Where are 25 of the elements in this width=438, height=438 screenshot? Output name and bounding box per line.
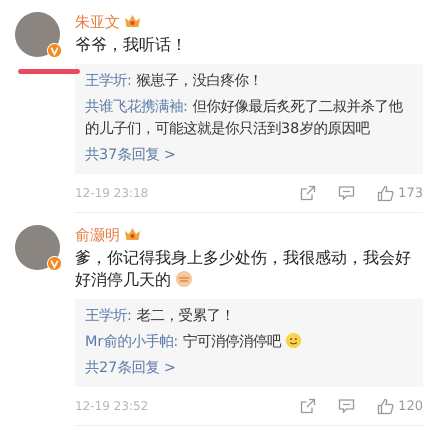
more-replies-link[interactable]: 共37条回复 > — [85, 144, 176, 166]
like-count: 173 — [398, 186, 423, 200]
comment-time: 12-19 23:18 — [75, 186, 150, 200]
reply-text: 王学圻: 老二，受累了！ — [85, 307, 236, 326]
share-icon[interactable] — [300, 185, 316, 201]
comment-text: 爷爷，我听话！ — [75, 34, 188, 56]
comment-time: 12-19 23:52 — [75, 399, 150, 413]
smile-emoji-icon — [284, 332, 302, 349]
reply-text: 共谁飞花携满袖: 但你好像最后炙死了二叔并杀了他的儿子们，可能这就是你只活到38岁的原因吧 — [85, 98, 404, 139]
reply-text: Mr俞的小手帕: 宁可消停消停吧 — [85, 331, 405, 353]
crown-icon — [124, 227, 141, 242]
more-replies-link[interactable]: 共27条回复 > — [85, 357, 176, 379]
avatar[interactable] — [15, 225, 60, 270]
reply-text: 王学圻: 猴崽子，没白疼你！ — [85, 72, 264, 91]
comment-icon[interactable] — [338, 185, 356, 201]
like-count: 120 — [398, 398, 423, 414]
thumbs-up-icon[interactable] — [377, 398, 394, 414]
share-icon[interactable] — [300, 398, 316, 414]
avatar[interactable] — [15, 12, 60, 57]
author-name[interactable]: 朱亚文 — [75, 12, 120, 32]
author-name[interactable]: 俞灏明 — [75, 225, 120, 245]
thumbs-up-icon[interactable] — [377, 184, 394, 202]
comment-icon[interactable] — [338, 398, 356, 414]
comment-text: 爹，你记得我身上多少处伤，我很感动，我会好好消停几天的 — [75, 247, 412, 291]
crown-icon — [124, 14, 141, 29]
